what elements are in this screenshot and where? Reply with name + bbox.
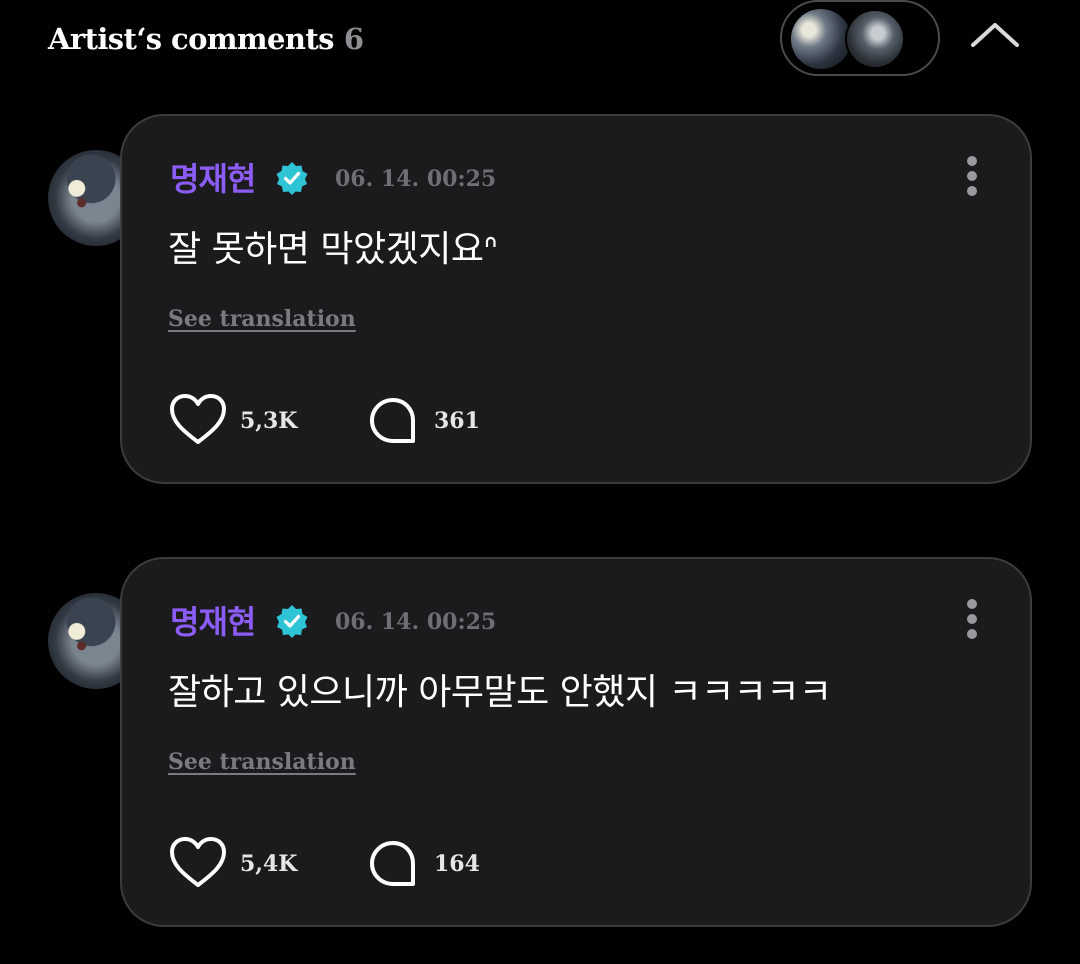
reply-button[interactable]: [368, 839, 418, 889]
verified-badge-icon: [276, 162, 308, 195]
like-button[interactable]: [168, 392, 228, 448]
heart-icon: [170, 394, 226, 444]
comment-card: 명재현 06. 14. 00:25 잘하고 있으니까 아무말도 안했지 ㅋㅋㅋㅋ…: [120, 557, 1032, 927]
like-count: 5,3K: [240, 408, 298, 434]
like-count: 5,4K: [240, 851, 298, 877]
more-dot: [967, 186, 977, 196]
comment-timestamp: 06. 14. 00:25: [335, 609, 497, 635]
verified-badge-icon: [276, 605, 308, 638]
more-dot: [967, 171, 977, 181]
section-title: Artist‘s comments 6: [48, 22, 364, 56]
more-dot: [967, 599, 977, 609]
speech-bubble-icon: [370, 398, 415, 443]
see-translation-link[interactable]: See translation: [168, 749, 356, 775]
more-dot: [967, 614, 977, 624]
collapse-button[interactable]: [966, 12, 1024, 56]
like-button[interactable]: [168, 835, 228, 891]
reply-count: 361: [434, 408, 480, 434]
artist-comments-header: Artist‘s comments 6: [0, 0, 1080, 90]
comment-count: 6: [343, 22, 364, 56]
artist-avatar-group[interactable]: [780, 0, 940, 76]
comment-timestamp: 06. 14. 00:25: [335, 166, 497, 192]
heart-icon: [170, 837, 226, 887]
comment-text: 잘 못하면 막았겠지요ᐢ: [168, 229, 497, 270]
author-name[interactable]: 명재현: [170, 597, 256, 643]
artist-avatar-2[interactable]: [845, 9, 905, 69]
more-options-button[interactable]: [958, 154, 986, 198]
more-options-button[interactable]: [958, 597, 986, 641]
reply-count: 164: [434, 851, 480, 877]
more-dot: [967, 629, 977, 639]
speech-bubble-icon: [370, 841, 415, 886]
artist-avatar-1[interactable]: [791, 9, 851, 69]
comment-text: 잘하고 있으니까 아무말도 안했지 ㅋㅋㅋㅋㅋ: [168, 672, 832, 713]
section-title-label: Artist‘s comments: [48, 22, 334, 56]
author-name[interactable]: 명재현: [170, 154, 256, 200]
more-dot: [967, 156, 977, 166]
see-translation-link[interactable]: See translation: [168, 306, 356, 332]
comment-card: 명재현 06. 14. 00:25 잘 못하면 막았겠지요ᐢ See trans…: [120, 114, 1032, 484]
reply-button[interactable]: [368, 396, 418, 446]
chevron-up-icon: [971, 23, 1019, 47]
